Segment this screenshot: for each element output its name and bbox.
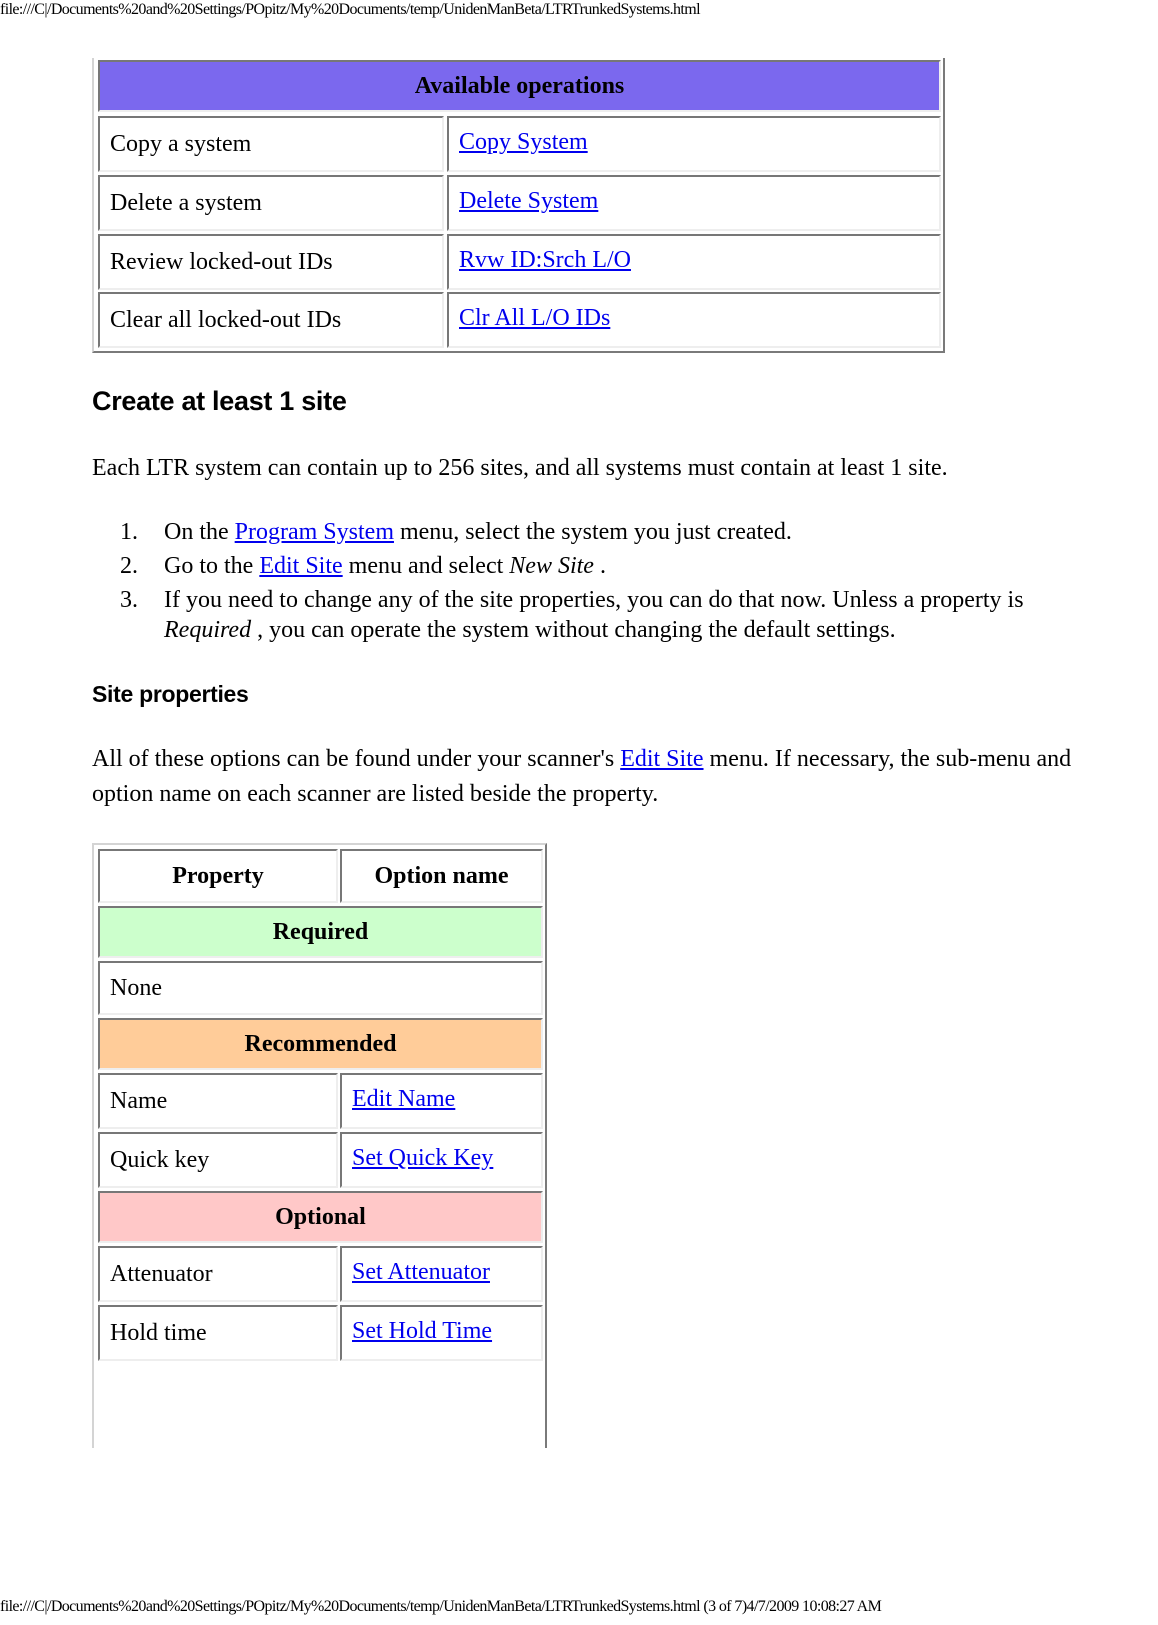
step-emphasis: Required — [164, 617, 252, 643]
table-row-link: Copy System — [447, 116, 941, 172]
operation-label: Copy a system — [110, 131, 252, 157]
set-attenuator-link[interactable]: Set Attenuator — [352, 1258, 490, 1286]
table-row-property: Attenuator — [98, 1246, 338, 1302]
table-row-link: Delete System — [447, 175, 941, 231]
column-header-label: Property — [172, 863, 264, 889]
edit-site-link[interactable]: Edit Site — [620, 746, 703, 772]
table-row-option: Set Hold Time — [340, 1305, 543, 1361]
clear-lockout-link[interactable]: Clr All L/O IDs — [459, 304, 610, 332]
intro-text: All of these options can be found under … — [92, 746, 621, 772]
operations-table-header: Available operations — [98, 60, 941, 112]
table-row-operation: Copy a system — [98, 116, 444, 172]
property-label: Name — [110, 1088, 168, 1114]
column-header-option: Option name — [340, 849, 543, 903]
step-text: Go to the — [164, 553, 260, 579]
section-label: Optional — [275, 1204, 366, 1230]
table-row-property: Quick key — [98, 1132, 338, 1188]
table-row-link: Rvw ID:Srch L/O — [447, 234, 941, 290]
step-text: On the — [164, 519, 235, 545]
delete-system-link[interactable]: Delete System — [459, 187, 598, 215]
site-properties-intro: All of these options can be found under … — [92, 742, 1071, 776]
edit-site-link[interactable]: Edit Site — [259, 553, 342, 579]
properties-table: Property Option name Required None Recom… — [92, 843, 547, 1448]
program-system-link[interactable]: Program System — [235, 519, 394, 545]
review-lockout-link[interactable]: Rvw ID:Srch L/O — [459, 246, 631, 274]
section-label: Recommended — [244, 1031, 397, 1057]
step-text: If you need to change any of the site pr… — [164, 587, 1024, 613]
table-row-operation: Clear all locked-out IDs — [98, 292, 444, 348]
table-row-operation: Delete a system — [98, 175, 444, 231]
step-number: 3. — [120, 587, 138, 613]
operations-header-label: Available operations — [414, 73, 625, 99]
column-header-label: Option name — [374, 863, 509, 889]
table-row-operation: Review locked-out IDs — [98, 234, 444, 290]
section-heading-create-site: Create at least 1 site — [92, 386, 347, 416]
table-row: None — [98, 961, 543, 1015]
table-row-option: Edit Name — [340, 1073, 543, 1129]
list-item: 2. Go to the Edit Site menu and select N… — [120, 551, 1140, 581]
property-label: Hold time — [110, 1320, 207, 1346]
operation-label: Clear all locked-out IDs — [110, 307, 342, 333]
create-site-steps: 1. On the Program System menu, select th… — [120, 517, 1140, 649]
section-row-recommended: Recommended — [98, 1018, 543, 1070]
step-text: . — [593, 553, 606, 579]
step-number: 2. — [120, 553, 138, 579]
property-label: Attenuator — [110, 1261, 213, 1287]
table-row-link: Clr All L/O IDs — [447, 292, 941, 348]
section-heading-site-properties: Site properties — [92, 681, 249, 707]
operation-label: Review locked-out IDs — [110, 249, 333, 275]
step-text: menu, select the system you just created… — [393, 519, 792, 545]
set-quick-key-link[interactable]: Set Quick Key — [352, 1144, 493, 1172]
table-row-option: Set Quick Key — [340, 1132, 543, 1188]
create-site-intro: Each LTR system can contain up to 256 si… — [92, 455, 948, 481]
operation-label: Delete a system — [110, 190, 262, 216]
step-text: , you can operate the system without cha… — [251, 617, 896, 643]
property-label: Quick key — [110, 1147, 210, 1173]
set-hold-time-link[interactable]: Set Hold Time — [352, 1317, 492, 1345]
operations-table: Available operations Copy a system Copy … — [92, 58, 945, 353]
page-footer-url: file:///C|/Documents%20and%20Settings/PO… — [0, 1598, 882, 1615]
page-header-url: file:///C|/Documents%20and%20Settings/PO… — [0, 1, 701, 18]
table-row-property: Name — [98, 1073, 338, 1129]
list-item: 1. On the Program System menu, select th… — [120, 517, 1140, 547]
section-row-optional: Optional — [98, 1191, 543, 1243]
table-row-property: Hold time — [98, 1305, 338, 1361]
section-row-required: Required — [98, 906, 543, 958]
step-text: menu and select — [342, 553, 510, 579]
section-label: Required — [272, 919, 369, 945]
column-header-property: Property — [98, 849, 338, 903]
copy-system-link[interactable]: Copy System — [459, 128, 588, 156]
intro-text: menu. If necessary, the sub-menu and — [703, 746, 1072, 772]
site-properties-intro-line2: option name on each scanner are listed b… — [92, 781, 659, 807]
step-number: 1. — [120, 519, 138, 545]
property-label: None — [110, 975, 162, 1001]
edit-name-link[interactable]: Edit Name — [352, 1085, 455, 1113]
step-emphasis: New Site — [509, 553, 594, 579]
list-item: 3. If you need to change any of the site… — [120, 585, 1140, 645]
table-row-option: Set Attenuator — [340, 1246, 543, 1302]
